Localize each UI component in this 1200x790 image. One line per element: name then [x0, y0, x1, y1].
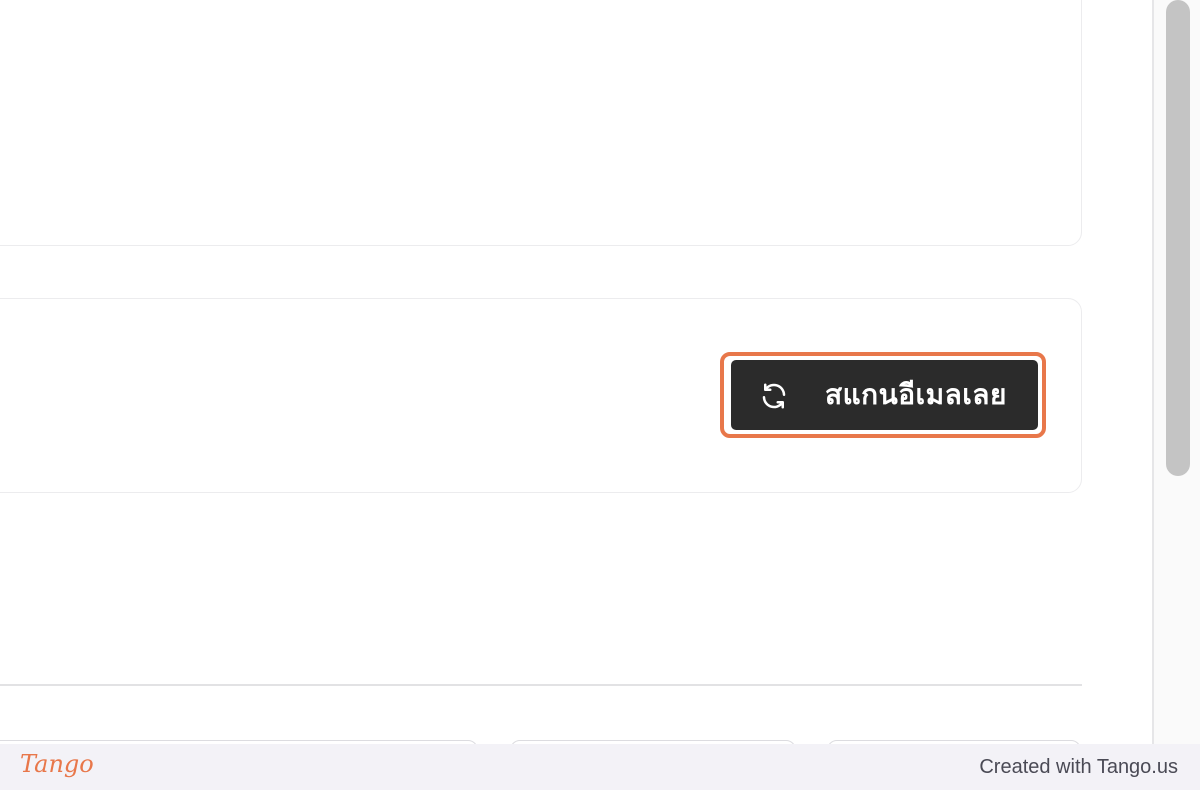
section-divider	[0, 684, 1082, 686]
tango-logo: Tango	[20, 750, 94, 778]
scan-email-button[interactable]: สแกนอีเมลเลย	[731, 360, 1038, 430]
content-card	[0, 0, 1082, 246]
footer: Tango Created with Tango.us	[0, 744, 1200, 790]
scan-email-button-label: สแกนอีเมลเลย	[825, 378, 1007, 411]
refresh-icon	[759, 381, 789, 411]
footer-credit: Created with Tango.us	[979, 755, 1178, 778]
page: สแกนอีเมลเลย Tango Created with Tango.us	[0, 0, 1200, 790]
scrollbar-thumb[interactable]	[1166, 0, 1190, 476]
